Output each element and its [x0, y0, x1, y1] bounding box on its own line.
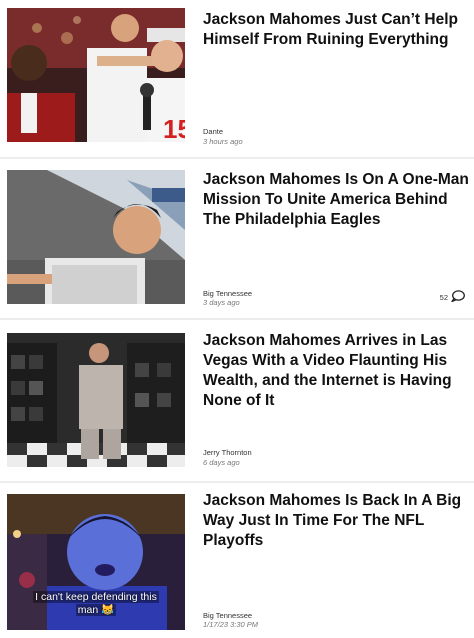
article-author[interactable]: Jerry Thornton — [203, 448, 252, 457]
image-caption-line: man 😹 — [75, 604, 117, 616]
article-author[interactable]: Dante — [203, 127, 223, 136]
image-caption: I can't keep defending this man 😹 — [7, 591, 185, 617]
article-headline[interactable]: Jackson Mahomes Is Back In A Big Way Jus… — [203, 491, 469, 551]
comment-count-value: 52 — [439, 292, 448, 302]
article-card[interactable]: Jackson Mahomes Arrives in Las Vegas Wit… — [0, 321, 474, 481]
article-thumbnail[interactable] — [7, 333, 185, 467]
article-thumbnail[interactable]: I can't keep defending this man 😹 — [7, 494, 185, 630]
article-headline[interactable]: Jackson Mahomes Just Can’t Help Himself … — [203, 10, 469, 50]
article-timestamp: 1/17/23 3:30 PM — [203, 620, 259, 629]
divider — [0, 157, 474, 159]
article-thumbnail[interactable] — [7, 170, 185, 304]
article-headline[interactable]: Jackson Mahomes Arrives in Las Vegas Wit… — [203, 331, 469, 411]
article-author[interactable]: Big Tennessee — [203, 289, 252, 298]
article-card[interactable]: 15 Jackson Mahomes Just Can’t Help Himse… — [0, 0, 474, 158]
article-timestamp: 3 hours ago — [203, 137, 243, 146]
thumbnail-image: 15 — [7, 8, 185, 142]
article-headline[interactable]: Jackson Mahomes Is On A One-Man Mission … — [203, 170, 469, 230]
svg-text:15: 15 — [163, 114, 185, 142]
article-timestamp: 3 days ago — [203, 298, 240, 307]
divider — [0, 481, 474, 483]
comment-count[interactable]: 52 — [440, 290, 465, 304]
thumbnail-image — [7, 333, 185, 467]
article-timestamp: 6 days ago — [203, 458, 240, 467]
speech-bubble-icon — [451, 290, 465, 304]
article-card[interactable]: I can't keep defending this man 😹 Jackso… — [0, 484, 474, 638]
image-caption-line: I can't keep defending this — [33, 591, 159, 603]
article-card[interactable]: Jackson Mahomes Is On A One-Man Mission … — [0, 160, 474, 318]
thumbnail-image — [7, 170, 185, 304]
divider — [0, 318, 474, 320]
article-thumbnail[interactable]: 15 — [7, 8, 185, 142]
article-author[interactable]: Big Tennessee — [203, 611, 252, 620]
